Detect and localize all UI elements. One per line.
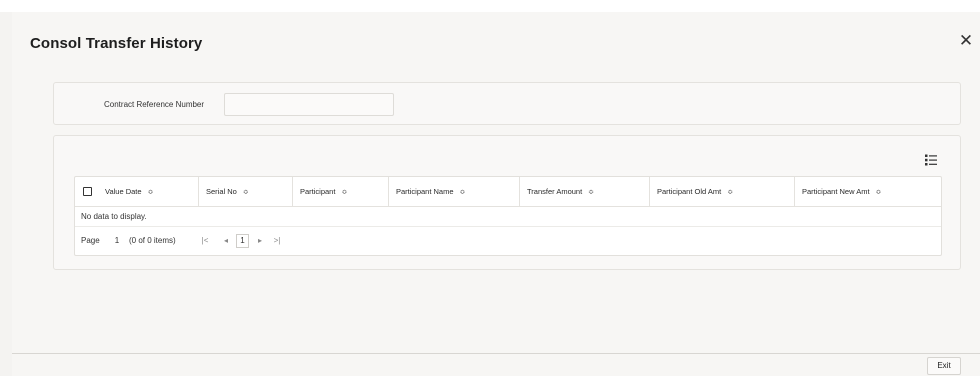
footer-divider — [12, 353, 980, 354]
col-value-date[interactable]: Value Date ≎ — [98, 177, 198, 206]
col-serial-no[interactable]: Serial No ≎ — [198, 177, 292, 206]
sort-icon: ≎ — [875, 189, 882, 196]
sort-icon: ≎ — [588, 189, 595, 196]
page-label: Page — [81, 236, 100, 245]
exit-button[interactable]: Exit — [927, 357, 961, 375]
page-title: Consol Transfer History — [30, 35, 203, 52]
close-icon[interactable]: ✕ — [958, 32, 974, 49]
sort-icon: ≎ — [242, 189, 249, 196]
column-settings-icon[interactable] — [924, 153, 938, 167]
contract-reference-label: Contract Reference Number — [104, 100, 205, 109]
contract-panel: Contract Reference Number — [53, 82, 961, 125]
select-all-checkbox[interactable] — [83, 187, 92, 196]
top-band — [0, 0, 980, 12]
items-info: (0 of 0 items) — [129, 236, 176, 245]
last-page-icon[interactable]: >| — [272, 234, 282, 248]
page-number-input[interactable]: 1 — [108, 234, 126, 248]
first-page-icon[interactable]: |< — [200, 234, 210, 248]
current-page-button[interactable]: 1 — [236, 234, 249, 248]
col-transfer-amount[interactable]: Transfer Amount ≎ — [519, 177, 649, 206]
col-participant[interactable]: Participant ≎ — [292, 177, 388, 206]
history-table: Value Date ≎ Serial No ≎ Participant ≎ Part… — [74, 176, 942, 256]
sort-icon: ≎ — [727, 189, 734, 196]
no-data-message: No data to display. — [75, 207, 941, 227]
col-participant-name[interactable]: Participant Name ≎ — [388, 177, 519, 206]
dialog: Consol Transfer History ✕ Contract Refer… — [12, 12, 980, 376]
contract-reference-input[interactable] — [224, 93, 394, 116]
prev-page-icon[interactable]: ◂ — [221, 234, 231, 248]
next-page-icon[interactable]: ▸ — [255, 234, 265, 248]
pagination: Page 1 (0 of 0 items) |< ◂ 1 ▸ >| — [75, 227, 941, 255]
col-participant-old-amt[interactable]: Participant Old Amt ≎ — [649, 177, 794, 206]
sort-icon: ≎ — [147, 189, 154, 196]
sort-icon: ≎ — [459, 189, 466, 196]
col-participant-new-amt[interactable]: Participant New Amt ≎ — [794, 177, 941, 206]
table-header: Value Date ≎ Serial No ≎ Participant ≎ Part… — [75, 177, 941, 207]
sort-icon: ≎ — [341, 189, 348, 196]
grid-panel: Value Date ≎ Serial No ≎ Participant ≎ Part… — [53, 135, 961, 270]
